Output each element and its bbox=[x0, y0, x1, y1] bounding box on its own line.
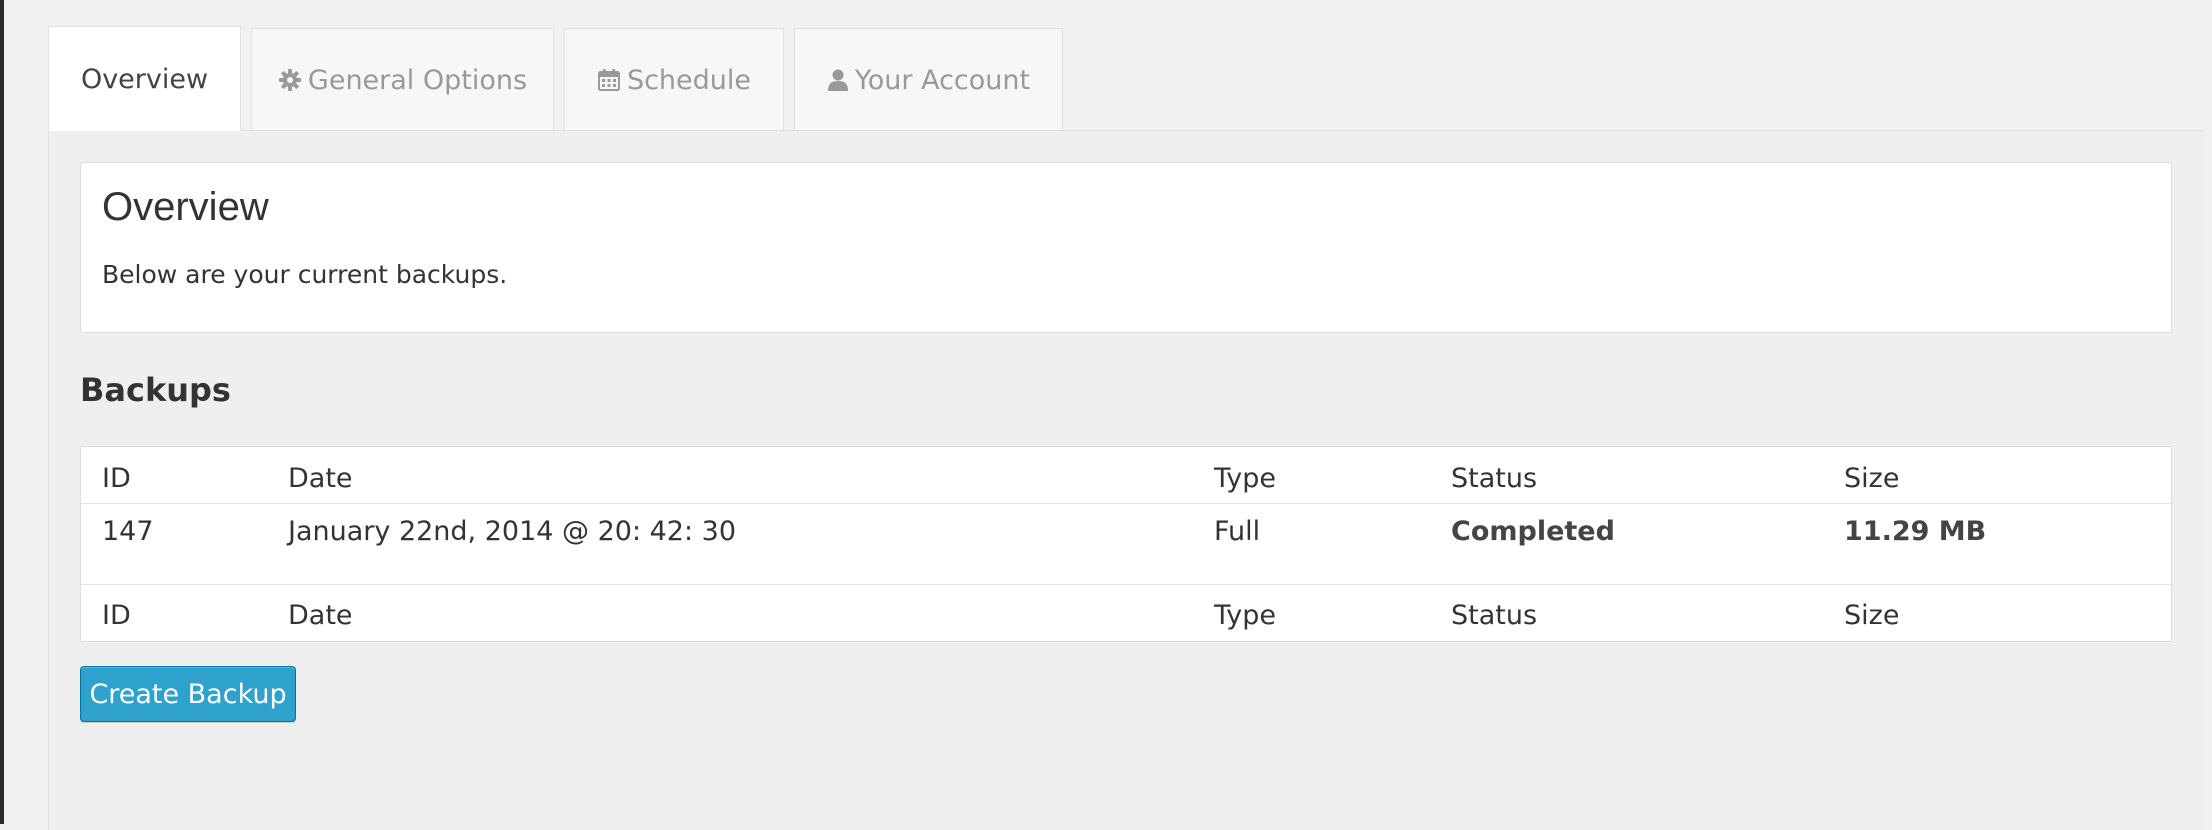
overview-heading: Overview bbox=[102, 185, 269, 229]
column-header-type: Type bbox=[1214, 463, 1277, 494]
table-header-row: ID Date Type Status Size bbox=[81, 447, 2171, 504]
column-header-id: ID bbox=[102, 463, 131, 494]
tab-overview-label: Overview bbox=[80, 63, 209, 95]
table-footer-row: ID Date Type Status Size bbox=[81, 584, 2171, 642]
tab-bar: Overview General Options Schedule Your A… bbox=[48, 26, 1073, 131]
tab-your-account-label: Your Account bbox=[854, 64, 1031, 96]
column-footer-size: Size bbox=[1844, 600, 1900, 631]
backup-date: January 22nd, 2014 @ 20: 42: 30 bbox=[288, 516, 737, 547]
tab-your-account[interactable]: Your Account bbox=[794, 28, 1063, 131]
backups-heading: Backups bbox=[80, 371, 231, 409]
tab-schedule-label: Schedule bbox=[626, 64, 752, 96]
column-footer-id: ID bbox=[102, 600, 131, 631]
column-header-status: Status bbox=[1451, 463, 1538, 494]
gear-icon bbox=[278, 68, 302, 92]
table-row[interactable]: 147 January 22nd, 2014 @ 20: 42: 30 Full… bbox=[81, 504, 2171, 584]
backup-size: 11.29 MB bbox=[1844, 516, 1987, 547]
column-footer-type: Type bbox=[1214, 600, 1277, 631]
tab-schedule[interactable]: Schedule bbox=[564, 28, 784, 131]
tab-general-options-label: General Options bbox=[307, 64, 528, 96]
column-footer-status: Status bbox=[1451, 600, 1538, 631]
tab-panel: Overview Below are your current backups.… bbox=[48, 130, 2204, 830]
backups-table: ID Date Type Status Size 147 January 22n… bbox=[80, 446, 2172, 642]
tab-general-options[interactable]: General Options bbox=[251, 28, 554, 131]
backup-type: Full bbox=[1214, 516, 1261, 547]
column-footer-date: Date bbox=[288, 600, 353, 631]
backup-settings-page: Overview General Options Schedule Your A… bbox=[48, 26, 2204, 830]
backup-status: Completed bbox=[1451, 516, 1615, 547]
user-icon bbox=[827, 68, 849, 92]
tab-overview[interactable]: Overview bbox=[48, 26, 241, 131]
window-edge bbox=[0, 0, 4, 824]
column-header-date: Date bbox=[288, 463, 353, 494]
column-header-size: Size bbox=[1844, 463, 1900, 494]
backup-id: 147 bbox=[102, 516, 154, 547]
create-backup-button[interactable]: Create Backup bbox=[80, 666, 296, 722]
calendar-icon bbox=[597, 68, 621, 92]
overview-card: Overview Below are your current backups. bbox=[80, 162, 2172, 333]
overview-description: Below are your current backups. bbox=[102, 260, 508, 289]
